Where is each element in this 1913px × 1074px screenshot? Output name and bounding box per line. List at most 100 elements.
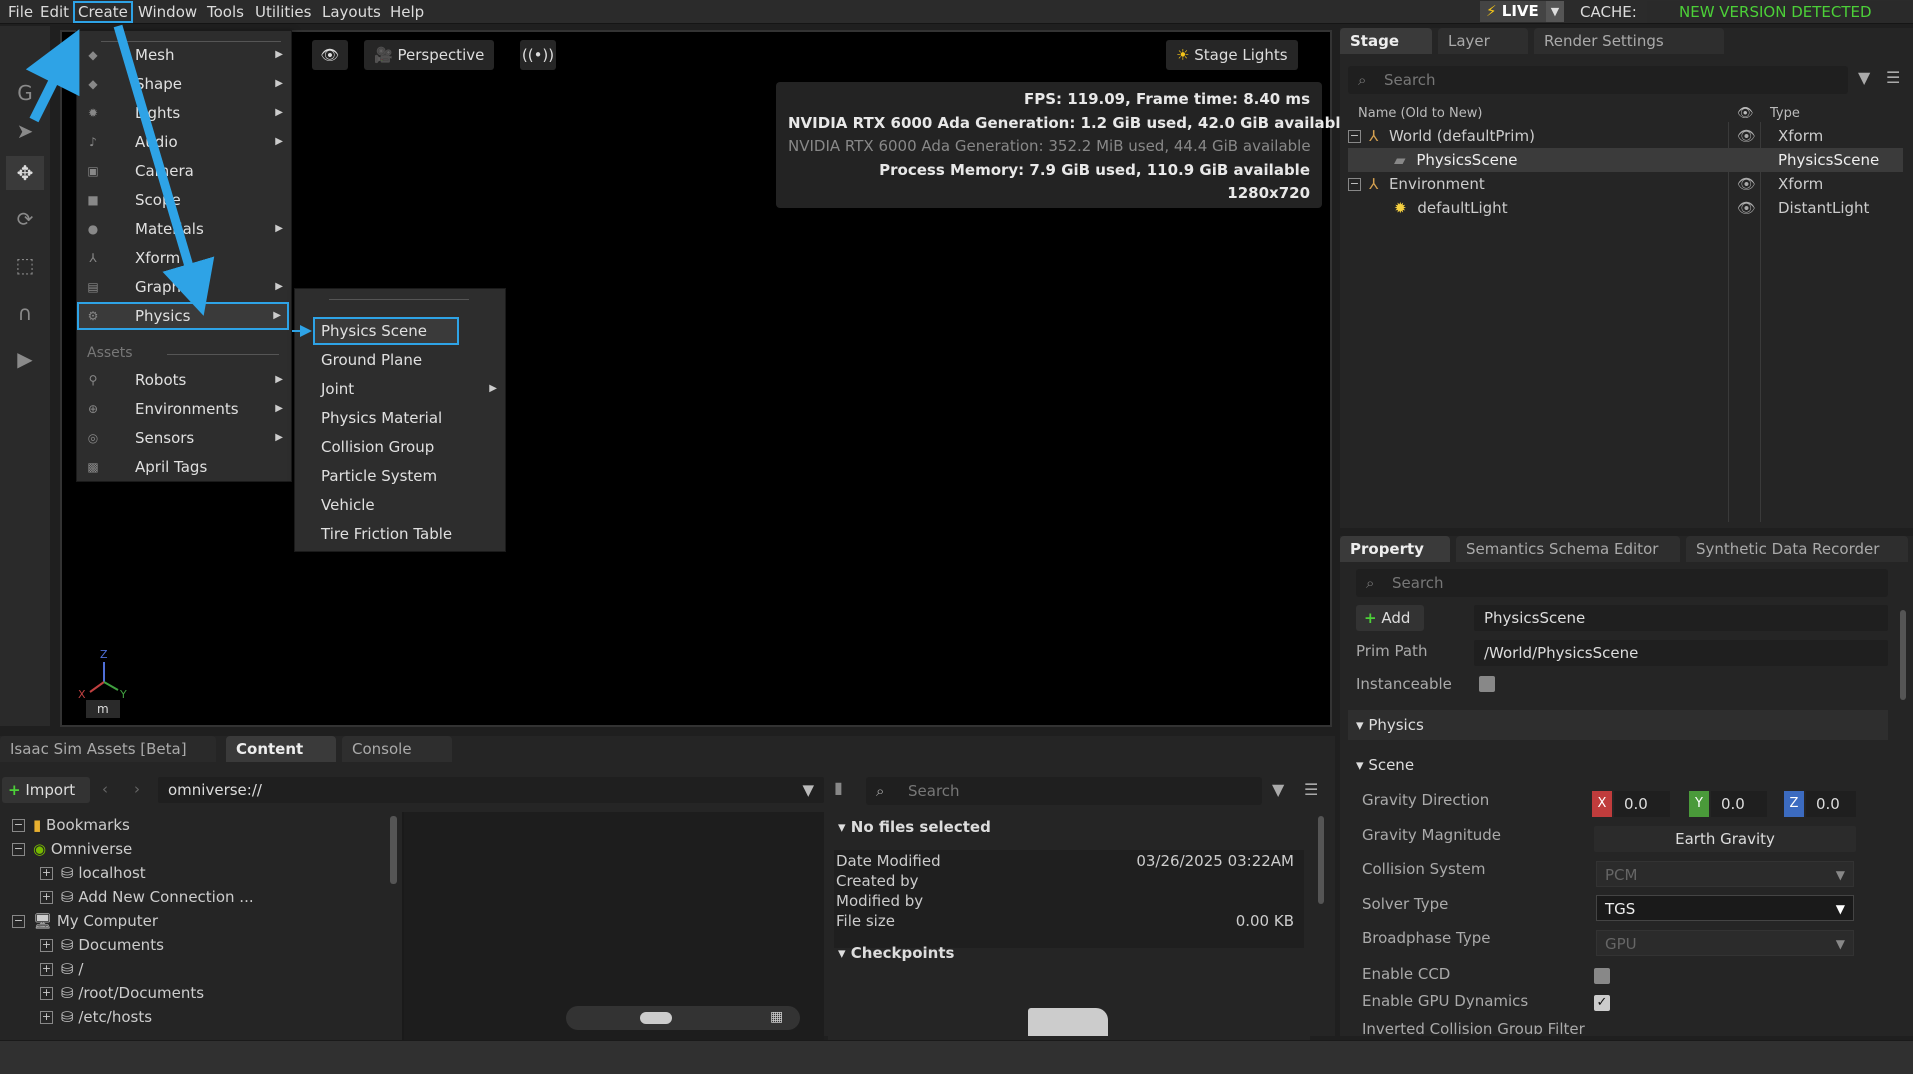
scene-section-header[interactable]: ▾ Scene	[1356, 750, 1414, 780]
tab-property[interactable]: Property	[1340, 536, 1450, 562]
expand-icon[interactable]: +	[40, 963, 53, 976]
menu-file[interactable]: File	[4, 2, 37, 22]
physics-menu-item-particle-system[interactable]: Particle System	[295, 462, 505, 490]
stage-search-input[interactable]: ⌕ Search	[1348, 66, 1848, 94]
expand-icon[interactable]: +	[40, 987, 53, 1000]
bookmark-icon[interactable]: ▮	[834, 778, 843, 797]
broadcast-icon[interactable]: ((•))	[520, 40, 556, 70]
zoom-slider[interactable]: ▦	[566, 1006, 800, 1030]
tree-item-root-documents[interactable]: + ⛁ /root/Documents	[40, 982, 204, 1004]
enable-ccd-checkbox[interactable]	[1594, 968, 1610, 984]
tree-item-etc-hosts[interactable]: + ⛁ /etc/hosts	[40, 1006, 152, 1028]
tree-item-root[interactable]: + ⛁ /	[40, 958, 83, 980]
column-name-header[interactable]: Name (Old to New)	[1358, 106, 1482, 121]
create-menu-item-xform[interactable]: ⅄ Xform	[77, 244, 291, 272]
menu-window[interactable]: Window	[134, 2, 201, 22]
menu-layouts[interactable]: Layouts	[318, 2, 385, 22]
tab-content[interactable]: Content	[226, 736, 336, 762]
dropdown-arrow-icon[interactable]: ▼	[802, 777, 814, 803]
physics-menu-item-physics-scene[interactable]: Physics Scene	[313, 317, 459, 345]
tree-item-omniverse[interactable]: − ◉ Omniverse	[12, 838, 132, 860]
live-dropdown-button[interactable]: ▼	[1546, 1, 1564, 22]
expand-icon[interactable]: +	[40, 1011, 53, 1024]
gravity-magnitude-field[interactable]: Earth Gravity	[1594, 826, 1856, 852]
import-button[interactable]: + Import	[2, 777, 90, 803]
scale-tool-icon[interactable]: ⬚	[6, 248, 44, 282]
expand-icon[interactable]: +	[40, 891, 53, 904]
back-arrow-icon[interactable]: ‹	[102, 780, 108, 798]
tree-row-world[interactable]: − ⅄ World (defaultPrim) 👁 Xform	[1348, 124, 1903, 148]
tree-item-bookmarks[interactable]: − ▮ Bookmarks	[12, 814, 130, 836]
filter-icon[interactable]: ▼	[1858, 68, 1870, 87]
select-mode-icon[interactable]: G	[6, 76, 44, 110]
tab-isaac-sim-assets[interactable]: Isaac Sim Assets [Beta]	[0, 736, 216, 762]
collision-system-dropdown[interactable]: PCM ▼	[1596, 861, 1854, 887]
create-menu-item-shape[interactable]: ◆ Shape ▶	[77, 70, 291, 98]
eye-icon[interactable]: 👁	[1737, 172, 1756, 196]
menu-edit[interactable]: Edit	[36, 2, 73, 22]
tree-row-environment[interactable]: − ⅄ Environment 👁 Xform	[1348, 172, 1903, 196]
tree-item-my-computer[interactable]: − 🖥 My Computer	[12, 910, 158, 932]
expand-icon[interactable]: −	[12, 843, 25, 856]
column-type-header[interactable]: Type	[1770, 106, 1800, 121]
collapse-icon[interactable]: −	[1348, 130, 1361, 143]
prim-path-field[interactable]: /World/PhysicsScene	[1474, 640, 1888, 666]
no-files-header[interactable]: ▾ No files selected	[838, 818, 991, 836]
forward-arrow-icon[interactable]: ›	[134, 780, 140, 798]
create-menu-item-robots[interactable]: ⚲ Robots ▶	[77, 366, 291, 394]
solver-type-dropdown[interactable]: TGS ▼	[1596, 895, 1854, 921]
expand-icon[interactable]: +	[40, 939, 53, 952]
tree-item-documents[interactable]: + ⛁ Documents	[40, 934, 164, 956]
menu-tools[interactable]: Tools	[203, 2, 248, 22]
expand-icon[interactable]: −	[12, 819, 25, 832]
expand-icon[interactable]: +	[40, 867, 53, 880]
move-tool-icon[interactable]: ✥	[6, 156, 44, 190]
stage-lights-button[interactable]: ☀ Stage Lights	[1166, 40, 1298, 70]
create-menu-item-sensors[interactable]: ◎ Sensors ▶	[77, 424, 291, 452]
create-menu-item-mesh[interactable]: ◆ Mesh ▶	[77, 41, 291, 69]
expand-icon[interactable]: −	[12, 915, 25, 928]
menu-create[interactable]: Create	[73, 1, 133, 23]
content-search-input[interactable]: ⌕ Search	[866, 777, 1262, 805]
filter-icon[interactable]: ▼	[1272, 780, 1284, 799]
tab-layer[interactable]: Layer	[1438, 28, 1528, 54]
details-scrollbar[interactable]	[1318, 816, 1324, 904]
physics-menu-item-tire-friction-table[interactable]: Tire Friction Table	[295, 520, 505, 548]
physics-menu-item-collision-group[interactable]: Collision Group	[295, 433, 505, 461]
prim-name-field[interactable]: PhysicsScene	[1474, 605, 1888, 631]
create-menu-item-april-tags[interactable]: ▩ April Tags	[77, 453, 291, 481]
gravity-x-field[interactable]: 0.0	[1614, 791, 1670, 817]
gravity-y-field[interactable]: 0.0	[1711, 791, 1767, 817]
checkpoints-header[interactable]: ▾ Checkpoints	[838, 944, 954, 962]
physics-menu-item-physics-material[interactable]: Physics Material	[295, 404, 505, 432]
create-menu-item-scope[interactable]: ■ Scope	[77, 186, 291, 214]
create-menu-item-camera[interactable]: ▣ Camera	[77, 157, 291, 185]
tree-row-defaultlight[interactable]: ✹ defaultLight 👁 DistantLight	[1348, 196, 1903, 220]
instanceable-checkbox[interactable]	[1479, 676, 1495, 692]
grid-view-icon[interactable]: ▦	[770, 1009, 783, 1025]
eye-icon[interactable]: 👁	[312, 40, 348, 70]
slider-thumb[interactable]	[640, 1012, 672, 1024]
menu-utilities[interactable]: Utilities	[251, 2, 315, 22]
create-menu-item-materials[interactable]: ● Materials ▶	[77, 215, 291, 243]
create-menu-item-graphs[interactable]: ▤ Graphs ▶	[77, 273, 291, 301]
menu-help[interactable]: Help	[386, 2, 428, 22]
physics-menu-item-vehicle[interactable]: Vehicle	[295, 491, 505, 519]
hamburger-menu-icon[interactable]: ☰	[1304, 780, 1318, 799]
tree-row-physicsscene[interactable]: ▰ PhysicsScene PhysicsScene	[1348, 148, 1903, 172]
broadphase-type-dropdown[interactable]: GPU ▼	[1596, 930, 1854, 956]
property-scrollbar[interactable]	[1900, 610, 1906, 700]
tab-semantics-schema-editor[interactable]: Semantics Schema Editor	[1456, 536, 1680, 562]
snap-magnet-icon[interactable]: ∩	[6, 296, 44, 330]
physics-menu-item-ground-plane[interactable]: Ground Plane	[295, 346, 505, 374]
select-arrow-icon[interactable]: ➤	[6, 114, 44, 148]
property-search-input[interactable]: ⌕ Search	[1356, 569, 1888, 597]
tree-scrollbar[interactable]	[390, 816, 397, 884]
eye-icon[interactable]: 👁	[1737, 124, 1756, 148]
create-menu-item-physics[interactable]: ⚙ Physics ▶	[77, 302, 289, 330]
camera-button[interactable]: 🎥 Perspective	[364, 40, 495, 70]
hamburger-menu-icon[interactable]: ☰	[1886, 68, 1900, 87]
tab-stage[interactable]: Stage	[1340, 28, 1432, 54]
physics-section-header[interactable]: ▾ Physics	[1348, 710, 1888, 740]
play-icon[interactable]: ▶	[6, 342, 44, 376]
